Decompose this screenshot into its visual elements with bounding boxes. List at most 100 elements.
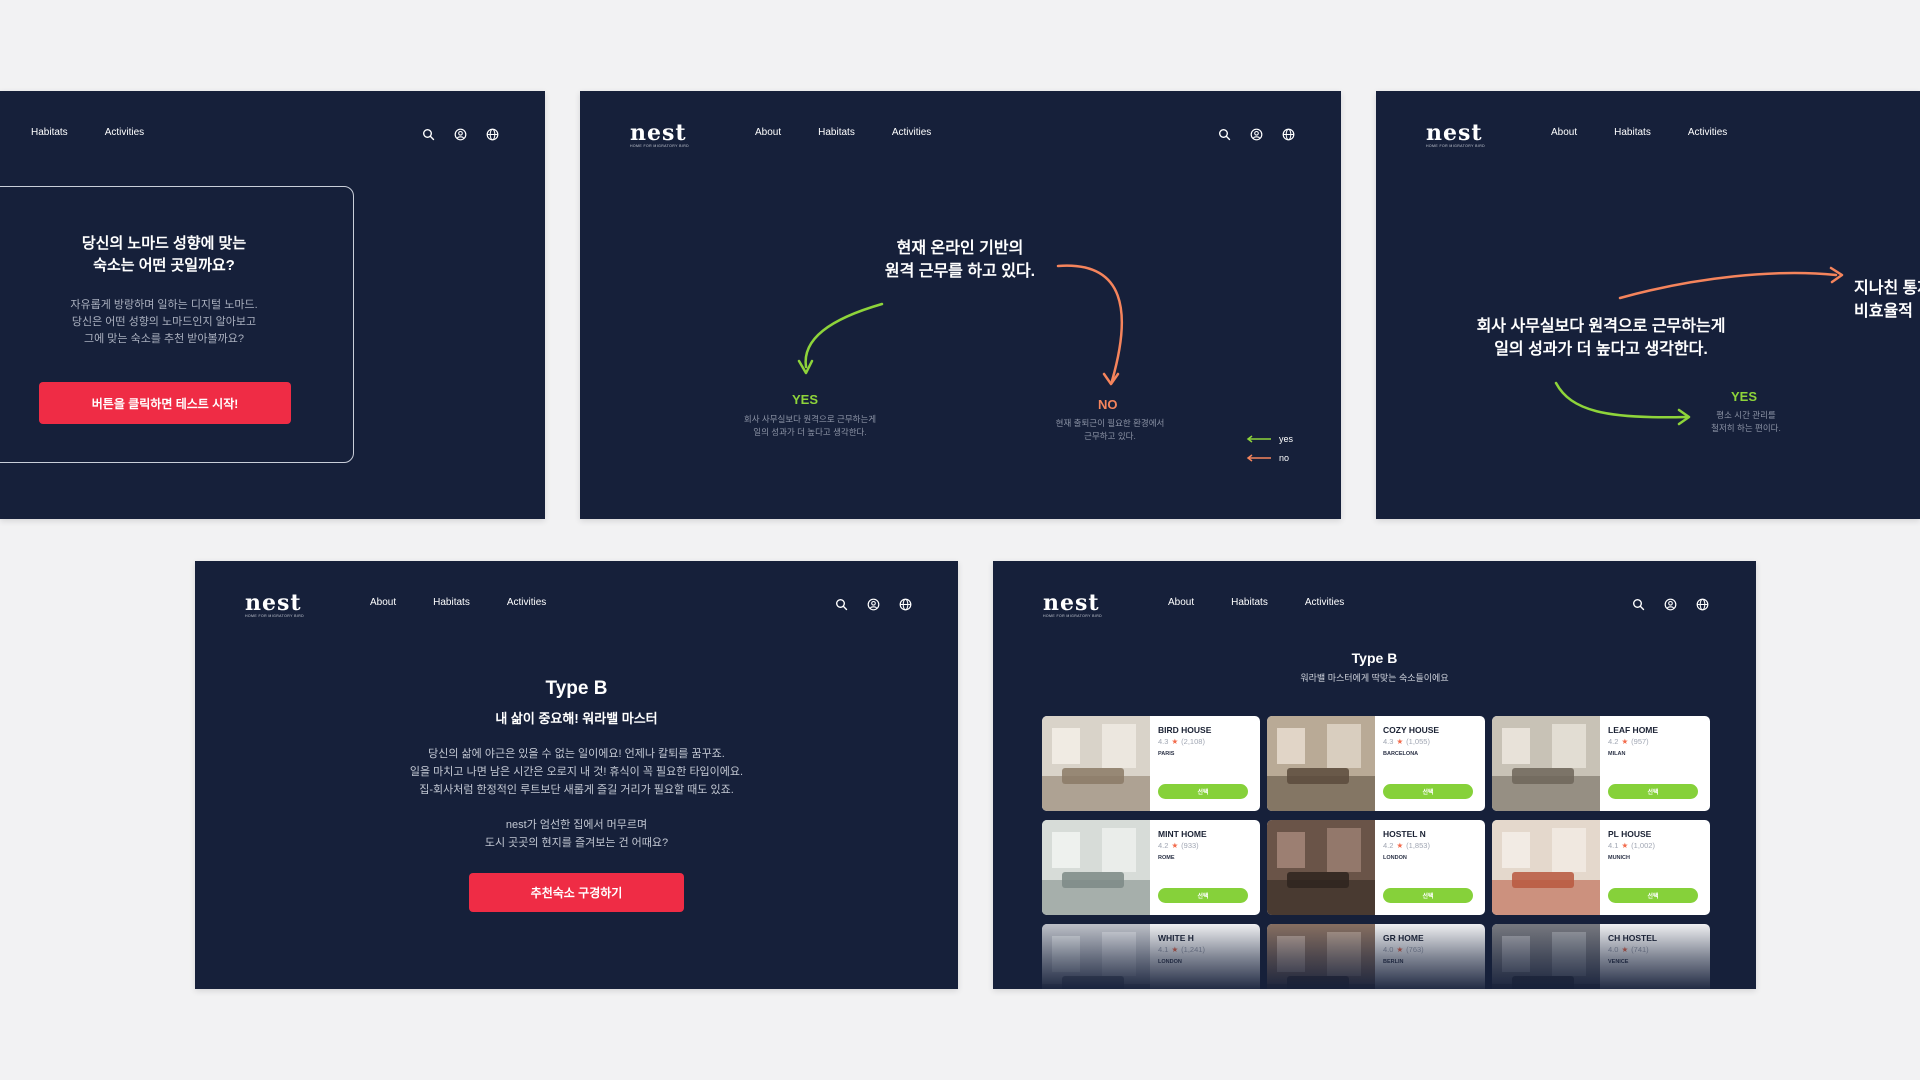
house-name: COZY HOUSE bbox=[1383, 725, 1440, 735]
legend-no-label: no bbox=[1279, 453, 1290, 463]
rating-value: 4.0 bbox=[1383, 945, 1394, 954]
recommendations-subtitle: 워라밸 마스터에게 딱맞는 숙소들이에요 bbox=[1300, 673, 1449, 683]
globe-icon[interactable] bbox=[1696, 598, 1709, 611]
house-rating: 4.0 ★ (763) bbox=[1383, 945, 1424, 954]
house-name: MINT HOME bbox=[1158, 829, 1207, 839]
result-title: Type B bbox=[545, 678, 608, 699]
house-name: BIRD HOUSE bbox=[1158, 725, 1212, 735]
rating-value: 4.3 bbox=[1158, 737, 1169, 746]
user-icon[interactable] bbox=[1664, 598, 1677, 611]
star-icon: ★ bbox=[1171, 737, 1179, 746]
screen-intro: Habitats Activities 당신의 노마드 성향에 맞는 숙소는 어… bbox=[0, 91, 545, 519]
house-name: PL HOUSE bbox=[1608, 829, 1652, 839]
flow-arrows bbox=[1554, 266, 1844, 426]
select-button[interactable]: 선택 bbox=[1608, 888, 1698, 903]
user-icon[interactable] bbox=[454, 128, 467, 141]
house-card[interactable]: MINT HOME 4.2 ★ (933) ROME 선택 bbox=[1042, 820, 1260, 915]
main-nav: About Habitats Activities bbox=[370, 597, 583, 608]
house-rating: 4.2 ★ (957) bbox=[1608, 737, 1649, 746]
house-city: BARCELONA bbox=[1383, 751, 1419, 757]
nav-activities[interactable]: Activities bbox=[105, 127, 144, 138]
orange-arrow-icon bbox=[1246, 454, 1271, 462]
green-arrow-icon bbox=[1246, 435, 1271, 443]
select-button[interactable]: 선택 bbox=[1158, 784, 1248, 799]
star-icon: ★ bbox=[1171, 841, 1179, 850]
yes-label: YES bbox=[792, 392, 819, 407]
house-photo[interactable] bbox=[1492, 924, 1600, 989]
house-card[interactable]: LEAF HOME 4.2 ★ (957) MILAN 선택 bbox=[1492, 716, 1710, 811]
review-count: (957) bbox=[1631, 737, 1649, 746]
review-count: (933) bbox=[1181, 841, 1199, 850]
select-button[interactable]: 선택 bbox=[1158, 888, 1248, 903]
screen-result: nest home for migratory bird About Habit… bbox=[195, 561, 958, 989]
nav-habitats[interactable]: Habitats bbox=[1231, 597, 1268, 608]
house-city: BERLIN bbox=[1383, 959, 1404, 965]
house-name: LEAF HOME bbox=[1608, 725, 1659, 735]
house-rating: 4.2 ★ (933) bbox=[1158, 841, 1199, 850]
search-icon[interactable] bbox=[835, 598, 848, 611]
house-photo[interactable] bbox=[1267, 924, 1375, 989]
house-rating: 4.3 ★ (2,108) bbox=[1158, 737, 1205, 746]
house-card[interactable]: WHITE H 4.1 ★ (1,241) LONDON bbox=[1042, 924, 1260, 989]
house-city: ROME bbox=[1158, 855, 1175, 861]
house-photo[interactable] bbox=[1042, 924, 1150, 989]
next-question-text: 지나친 통제 비효율적 bbox=[1854, 280, 1920, 320]
search-icon[interactable] bbox=[1632, 598, 1645, 611]
nav-habitats[interactable]: Habitats bbox=[31, 127, 68, 138]
house-card[interactable]: COZY HOUSE 4.3 ★ (1,055) BARCELONA 선택 bbox=[1267, 716, 1485, 811]
nav-activities[interactable]: Activities bbox=[1305, 597, 1344, 608]
house-name: CH HOSTEL bbox=[1608, 933, 1658, 943]
header-icons bbox=[422, 128, 499, 141]
house-photo[interactable] bbox=[1492, 716, 1600, 811]
review-count: (1,055) bbox=[1406, 737, 1430, 746]
star-icon: ★ bbox=[1396, 945, 1404, 954]
house-photo[interactable] bbox=[1267, 820, 1375, 915]
screen-question-1: nest home for migratory bird About Habit… bbox=[580, 91, 1341, 519]
house-card[interactable]: HOSTEL N 4.2 ★ (1,853) LONDON 선택 bbox=[1267, 820, 1485, 915]
review-count: (1,241) bbox=[1181, 945, 1205, 954]
review-count: (1,002) bbox=[1631, 841, 1655, 850]
house-photo[interactable] bbox=[1042, 716, 1150, 811]
nav-about[interactable]: About bbox=[1168, 597, 1194, 608]
search-icon[interactable] bbox=[422, 128, 435, 141]
nest-logo[interactable]: nest home for migratory bird bbox=[1043, 592, 1102, 619]
star-icon: ★ bbox=[1621, 737, 1629, 746]
view-recommendations-button[interactable]: 추천숙소 구경하기 bbox=[469, 873, 684, 912]
house-card[interactable]: PL HOUSE 4.1 ★ (1,002) MUNICH 선택 bbox=[1492, 820, 1710, 915]
select-button[interactable]: 선택 bbox=[1383, 784, 1473, 799]
legend-no: no bbox=[1246, 453, 1289, 463]
house-name: HOSTEL N bbox=[1383, 829, 1426, 839]
rating-value: 4.0 bbox=[1608, 945, 1619, 954]
result-subtitle: 내 삶이 중요해! 워라밸 마스터 bbox=[495, 711, 658, 726]
house-rating: 4.1 ★ (1,241) bbox=[1158, 945, 1205, 954]
star-icon: ★ bbox=[1621, 841, 1629, 850]
globe-icon[interactable] bbox=[899, 598, 912, 611]
intro-title: 당신의 노마드 성향에 맞는 숙소는 어떤 곳일까요? bbox=[81, 235, 247, 274]
house-card[interactable]: BIRD HOUSE 4.3 ★ (2,108) PARIS 선택 bbox=[1042, 716, 1260, 811]
nav-activities[interactable]: Activities bbox=[507, 597, 546, 608]
intro-description: 자유롭게 방랑하며 일하는 디지털 노마드. 당신은 어떤 성향의 노마드인지 … bbox=[70, 299, 258, 345]
house-photo[interactable] bbox=[1492, 820, 1600, 915]
house-city: VENICE bbox=[1608, 959, 1629, 965]
result-body-2: nest가 엄선한 집에서 머무르며 도시 곳곳의 현지를 즐겨보는 건 어때요… bbox=[484, 819, 669, 849]
house-rating: 4.0 ★ (741) bbox=[1608, 945, 1649, 954]
question-text: 회사 사무실보다 원격으로 근무하는게 일의 성과가 더 높다고 생각한다. bbox=[1476, 318, 1726, 358]
recommendations-title: Type B bbox=[1351, 650, 1398, 666]
house-photo[interactable] bbox=[1267, 716, 1375, 811]
review-count: (741) bbox=[1631, 945, 1649, 954]
yes-label: YES bbox=[1731, 389, 1758, 404]
user-icon[interactable] bbox=[867, 598, 880, 611]
start-test-button[interactable]: 버튼을 클릭하면 테스트 시작! bbox=[39, 382, 291, 424]
select-button[interactable]: 선택 bbox=[1608, 784, 1698, 799]
review-count: (1,853) bbox=[1406, 841, 1430, 850]
globe-icon[interactable] bbox=[486, 128, 499, 141]
house-city: MILAN bbox=[1608, 751, 1626, 757]
nav-habitats[interactable]: Habitats bbox=[433, 597, 470, 608]
nav-about[interactable]: About bbox=[370, 597, 396, 608]
house-card[interactable]: CH HOSTEL 4.0 ★ (741) VENICE bbox=[1492, 924, 1710, 989]
house-card[interactable]: GR HOME 4.0 ★ (763) BERLIN bbox=[1267, 924, 1485, 989]
legend-yes-label: yes bbox=[1279, 434, 1294, 444]
house-photo[interactable] bbox=[1042, 820, 1150, 915]
select-button[interactable]: 선택 bbox=[1383, 888, 1473, 903]
nest-logo[interactable]: nest home for migratory bird bbox=[245, 592, 304, 619]
